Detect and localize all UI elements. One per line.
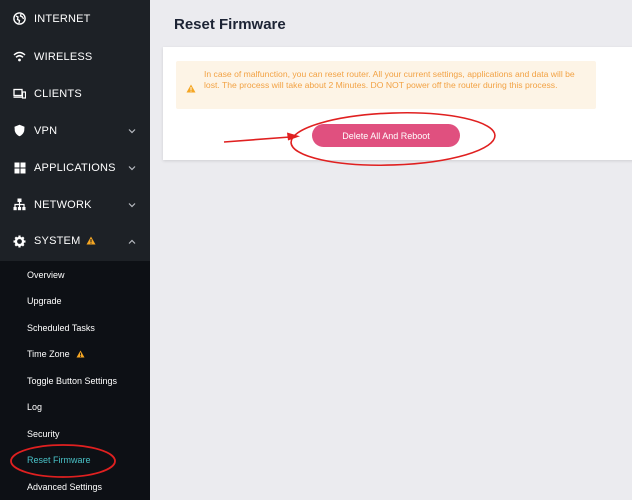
sidebar-item-label: SYSTEM	[34, 235, 81, 247]
chevron-down-icon	[127, 163, 137, 173]
sidebar-item-label: WIRELESS	[34, 50, 93, 63]
warning-icon	[86, 236, 96, 248]
shield-icon	[13, 124, 26, 137]
sidebar-item-vpn[interactable]: VPN	[0, 112, 150, 149]
submenu-item-time-zone[interactable]: Time Zone	[27, 349, 85, 360]
submenu-item-upgrade[interactable]: Upgrade	[27, 296, 62, 306]
reset-card: In case of malfunction, you can reset ro…	[163, 47, 632, 160]
warning-alert: In case of malfunction, you can reset ro…	[176, 61, 596, 109]
page-title: Reset Firmware	[174, 16, 286, 33]
alert-text: In case of malfunction, you can reset ro…	[204, 69, 575, 90]
chevron-down-icon	[127, 126, 137, 136]
network-icon	[13, 198, 26, 211]
sidebar-item-label: APPLICATIONS	[34, 161, 116, 174]
submenu-item-scheduled-tasks[interactable]: Scheduled Tasks	[27, 323, 95, 333]
chevron-down-icon	[127, 200, 137, 210]
submenu-item-toggle-button-settings[interactable]: Toggle Button Settings	[27, 376, 117, 386]
warning-icon	[186, 80, 196, 98]
submenu-item-overview[interactable]: Overview	[27, 270, 65, 280]
system-submenu: Overview Upgrade Scheduled Tasks Time Zo…	[0, 261, 150, 500]
submenu-item-advanced-settings[interactable]: Advanced Settings	[27, 482, 102, 492]
globe-icon	[13, 12, 26, 25]
sidebar-item-network[interactable]: NETWORK	[0, 186, 150, 223]
chevron-up-icon	[127, 237, 137, 247]
grid-icon	[13, 161, 26, 174]
sidebar-item-label: CLIENTS	[34, 87, 82, 100]
delete-all-and-reboot-button[interactable]: Delete All And Reboot	[312, 124, 460, 147]
wifi-icon	[13, 50, 26, 63]
sidebar-item-system-label-group: SYSTEM	[34, 235, 96, 248]
warning-icon	[76, 350, 85, 360]
sidebar-item-system[interactable]: SYSTEM	[0, 223, 150, 260]
sidebar-item-applications[interactable]: APPLICATIONS	[0, 149, 150, 186]
submenu-item-log[interactable]: Log	[27, 402, 42, 412]
sidebar-item-wireless[interactable]: WIRELESS	[0, 38, 150, 75]
gear-icon	[13, 235, 26, 248]
sidebar-item-label: VPN	[34, 124, 58, 137]
sidebar: INTERNET WIRELESS CLIENTS VPN APPLICATIO…	[0, 0, 150, 500]
submenu-item-security[interactable]: Security	[27, 429, 60, 439]
devices-icon	[13, 87, 26, 100]
sidebar-item-label: NETWORK	[34, 198, 92, 211]
sidebar-item-internet[interactable]: INTERNET	[0, 0, 150, 37]
sidebar-item-label: INTERNET	[34, 12, 91, 25]
submenu-item-label: Time Zone	[27, 349, 70, 359]
submenu-item-reset-firmware[interactable]: Reset Firmware	[27, 455, 91, 465]
sidebar-item-clients[interactable]: CLIENTS	[0, 75, 150, 112]
